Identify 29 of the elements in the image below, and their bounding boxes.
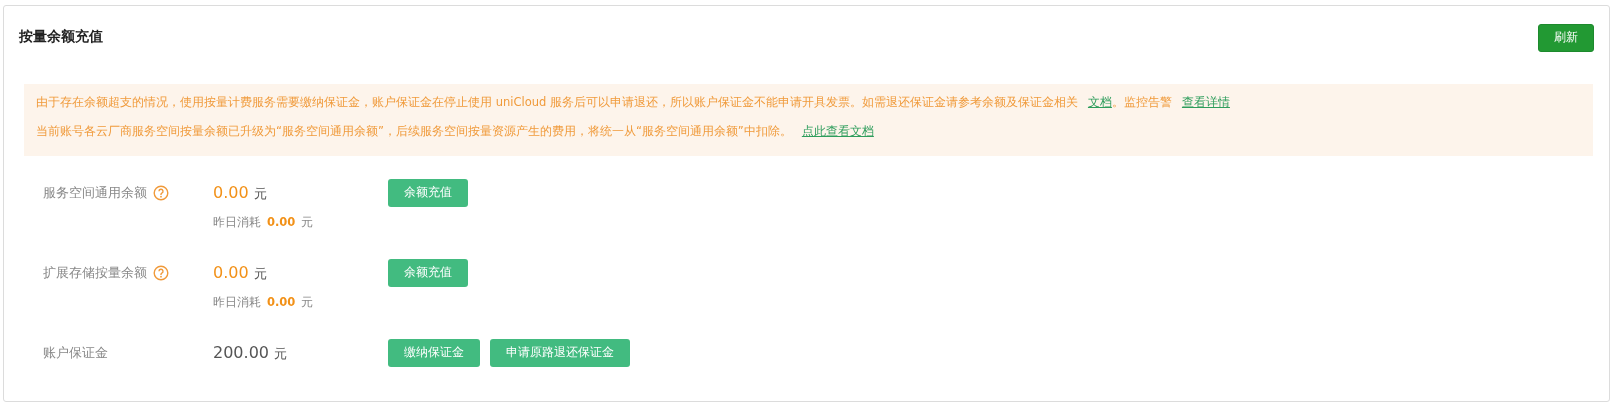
usage-label: 昨日消耗 (213, 215, 261, 230)
action-button[interactable]: 缴纳保证金 (388, 338, 480, 367)
usage-amount: 0.00 (267, 215, 296, 229)
balance-label: 服务空间通用余额 (43, 183, 147, 202)
doc-link[interactable]: 点此查看文档 (801, 124, 874, 138)
action-button[interactable]: 余额充值 (388, 178, 468, 207)
section-title: 按量余额充值 (19, 28, 103, 46)
doc-link[interactable]: 查看详情 (1181, 95, 1230, 109)
balance-amount: 0.00 (213, 182, 249, 202)
currency-unit: 元 (253, 264, 267, 283)
balance-label: 扩展存储按量余额 (43, 263, 147, 282)
action-button[interactable]: 余额充值 (388, 258, 468, 287)
help-icon[interactable] (153, 184, 169, 201)
currency-unit: 元 (274, 344, 287, 363)
balance-amount: 200.00 (213, 342, 269, 362)
currency-unit: 元 (301, 215, 314, 230)
usage-label: 昨日消耗 (213, 295, 261, 310)
refresh-button[interactable]: 刷新 (1538, 23, 1594, 52)
currency-unit: 元 (253, 184, 267, 203)
usage-amount: 0.00 (267, 295, 296, 309)
notice-text: 。监控告警 (1111, 95, 1172, 109)
help-icon[interactable] (153, 264, 169, 281)
balance-amount: 0.00 (213, 262, 249, 282)
action-button[interactable]: 申请原路退还保证金 (490, 338, 630, 367)
notice-text: 由于存在余额超支的情况，使用按量计费服务需要缴纳保证金，账户保证金在停止使用 uniCloud 服务后可以申请退还，所以账户保证金不能申请开具发票。如需退还保证金请参考余额及保证金相关 (36, 95, 1078, 109)
balance-label: 账户保证金 (43, 343, 108, 362)
doc-link[interactable]: 文档 (1087, 95, 1112, 109)
currency-unit: 元 (301, 295, 314, 310)
notice-text: 当前账号各云厂商服务空间按量余额已升级为“服务空间通用余额”，后续服务空间按量资源产生的费用，将统一从“服务空间通用余额”中扣除。 (36, 124, 792, 138)
